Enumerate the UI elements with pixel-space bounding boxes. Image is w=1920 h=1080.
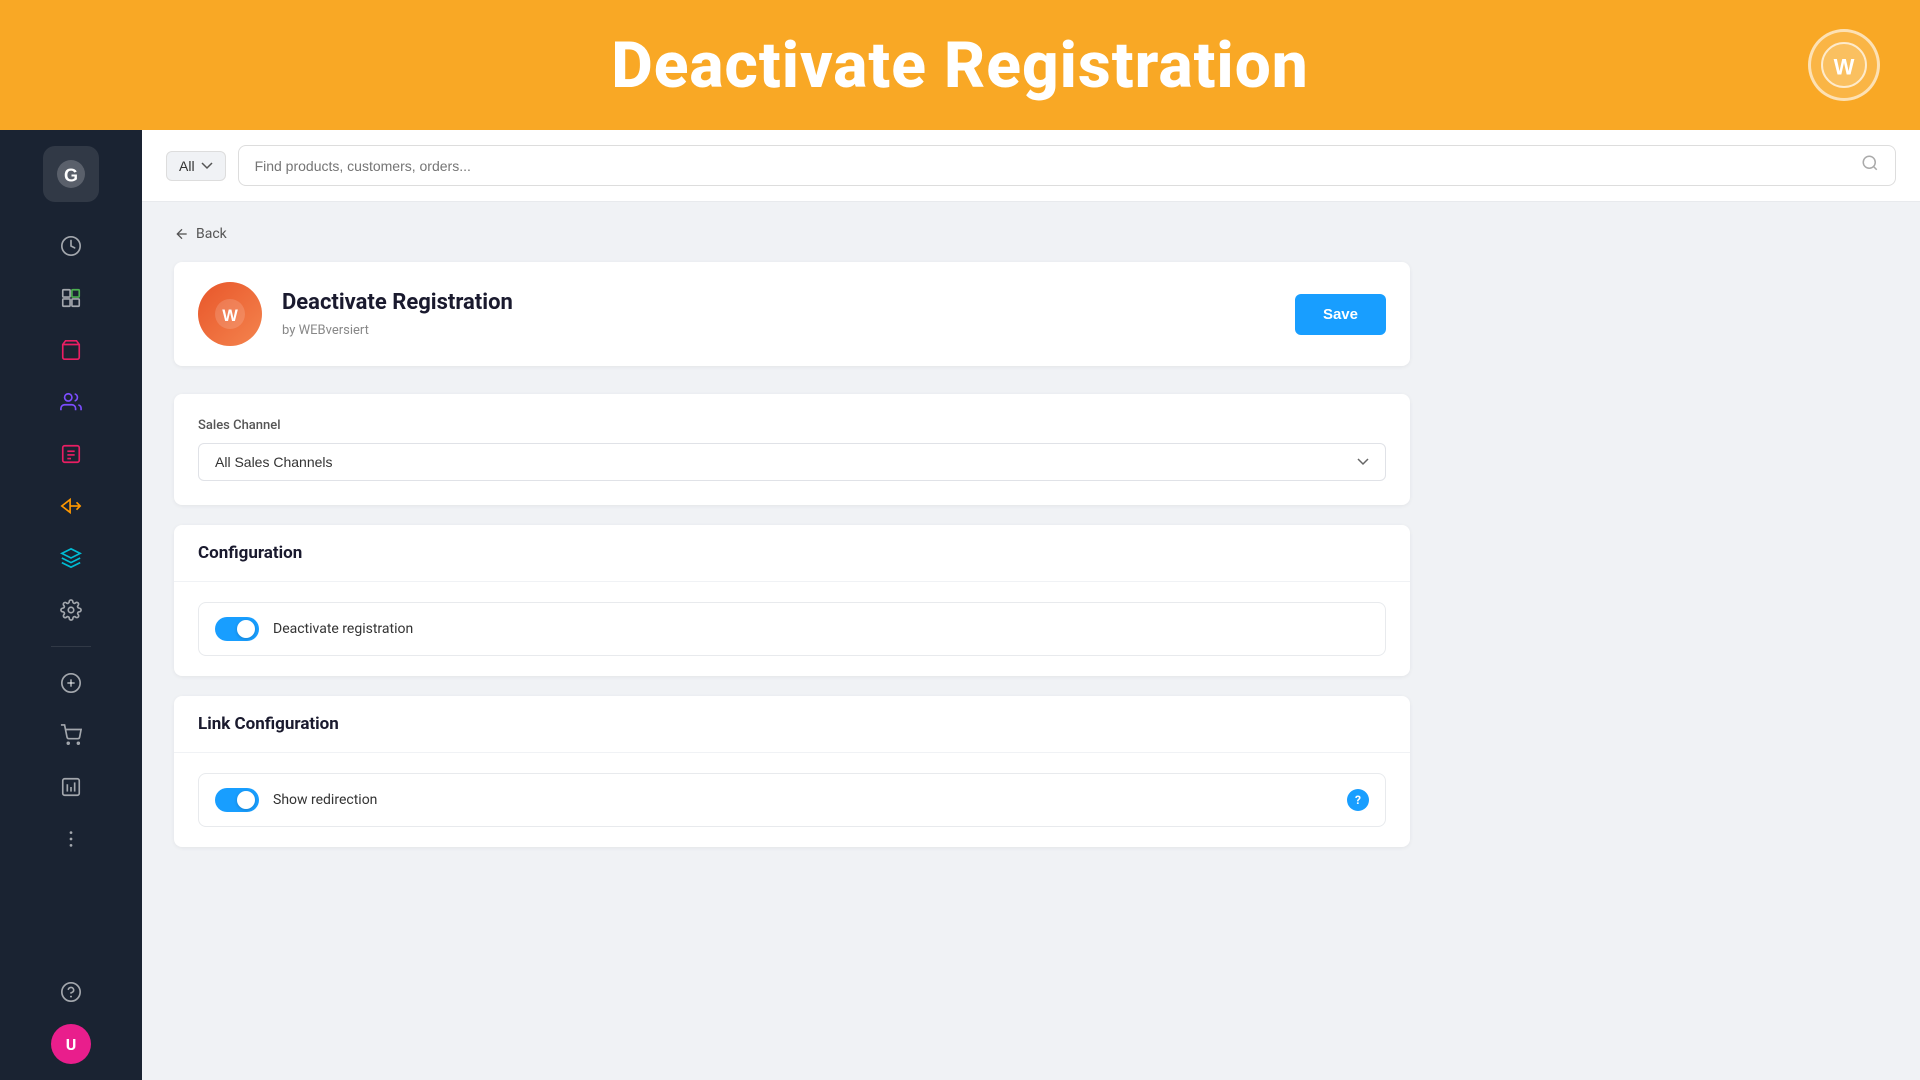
avatar-initials: U — [66, 1035, 77, 1054]
plugin-icon: W — [198, 282, 262, 346]
link-configuration-section: Link Configuration Show redirection ? — [174, 696, 1410, 847]
sidebar-item-reports[interactable] — [47, 763, 95, 811]
toggle-row-deactivate: Deactivate registration — [198, 602, 1386, 656]
link-configuration-body: Show redirection ? — [174, 753, 1410, 847]
chevron-down-icon — [201, 162, 213, 170]
link-configuration-title: Link Configuration — [174, 696, 1410, 753]
deactivate-registration-toggle[interactable] — [215, 617, 259, 641]
plugin-name: Deactivate Registration — [282, 290, 1275, 315]
sidebar-brand-icon: G — [55, 158, 87, 190]
configuration-section: Configuration Deactivate registration — [174, 525, 1410, 676]
orders-icon — [60, 443, 82, 465]
sales-channel-select[interactable]: All Sales Channels Storefront Headless — [198, 443, 1386, 481]
top-banner: Deactivate Registration W — [0, 0, 1920, 130]
back-link[interactable]: Back — [174, 226, 1410, 242]
sidebar-item-products[interactable] — [47, 326, 95, 374]
svg-text:G: G — [64, 165, 78, 185]
back-arrow-icon — [174, 226, 190, 242]
sales-channel-section: Sales Channel All Sales Channels Storefr… — [174, 394, 1410, 505]
search-container — [238, 145, 1896, 186]
main-layout: G — [0, 130, 1920, 1080]
search-icon[interactable] — [1861, 154, 1879, 177]
sidebar-item-extensions[interactable] — [47, 274, 95, 322]
sidebar-item-orders[interactable] — [47, 430, 95, 478]
search-bar: All — [142, 130, 1920, 202]
page-content: Back W Deactivate Registration by WEBver… — [142, 202, 1442, 891]
plugin-header: W Deactivate Registration by WEBversiert… — [174, 262, 1410, 366]
info-icon-redirection[interactable]: ? — [1347, 789, 1369, 811]
page-title: Deactivate Registration — [611, 28, 1309, 103]
sidebar-item-add[interactable] — [47, 659, 95, 707]
svg-text:W: W — [222, 307, 238, 325]
sidebar-item-customers[interactable] — [47, 378, 95, 426]
sidebar-bottom: U — [47, 968, 95, 1080]
search-filter-label: All — [179, 158, 195, 174]
sidebar-item-dashboard[interactable] — [47, 222, 95, 270]
help-icon — [60, 981, 82, 1003]
search-filter-button[interactable]: All — [166, 151, 226, 181]
extensions-icon — [60, 287, 82, 309]
more-icon — [60, 828, 82, 850]
plugin-logo-icon: W — [212, 296, 248, 332]
marketing-icon — [60, 495, 82, 517]
w-logo-icon: W — [1820, 41, 1868, 89]
toggle-thumb — [237, 620, 255, 638]
sidebar-item-more[interactable] — [47, 815, 95, 863]
dashboard-icon — [60, 235, 82, 257]
toggle-thumb-redirection — [237, 791, 255, 809]
configuration-title: Configuration — [174, 525, 1410, 582]
configuration-body: Deactivate registration — [174, 582, 1410, 676]
content-area: All — [142, 130, 1920, 1080]
sidebar-item-apps[interactable] — [47, 534, 95, 582]
show-redirection-label: Show redirection — [273, 792, 1333, 808]
show-redirection-toggle[interactable] — [215, 788, 259, 812]
sidebar-logo: G — [43, 146, 99, 202]
add-icon — [60, 672, 82, 694]
sidebar-item-marketing[interactable] — [47, 482, 95, 530]
reports-icon — [60, 776, 82, 798]
sidebar: G — [0, 130, 142, 1080]
back-label: Back — [196, 226, 227, 242]
customers-icon — [60, 391, 82, 413]
plugin-author: by WEBversiert — [282, 323, 369, 338]
avatar[interactable]: U — [51, 1024, 91, 1064]
products-icon — [60, 339, 82, 361]
sidebar-item-cart[interactable] — [47, 711, 95, 759]
plugin-info: Deactivate Registration by WEBversiert — [282, 290, 1275, 338]
top-logo: W — [1808, 29, 1880, 101]
svg-text:W: W — [1834, 55, 1855, 80]
sales-channel-label: Sales Channel — [198, 418, 1386, 433]
settings-icon — [60, 599, 82, 621]
save-button[interactable]: Save — [1295, 294, 1386, 335]
search-input[interactable] — [255, 158, 1853, 174]
deactivate-registration-label: Deactivate registration — [273, 621, 1369, 637]
sidebar-item-help[interactable] — [47, 968, 95, 1016]
cart-icon — [60, 724, 82, 746]
apps-icon — [60, 547, 82, 569]
toggle-row-redirection: Show redirection ? — [198, 773, 1386, 827]
sidebar-divider — [51, 646, 91, 647]
sidebar-item-settings[interactable] — [47, 586, 95, 634]
